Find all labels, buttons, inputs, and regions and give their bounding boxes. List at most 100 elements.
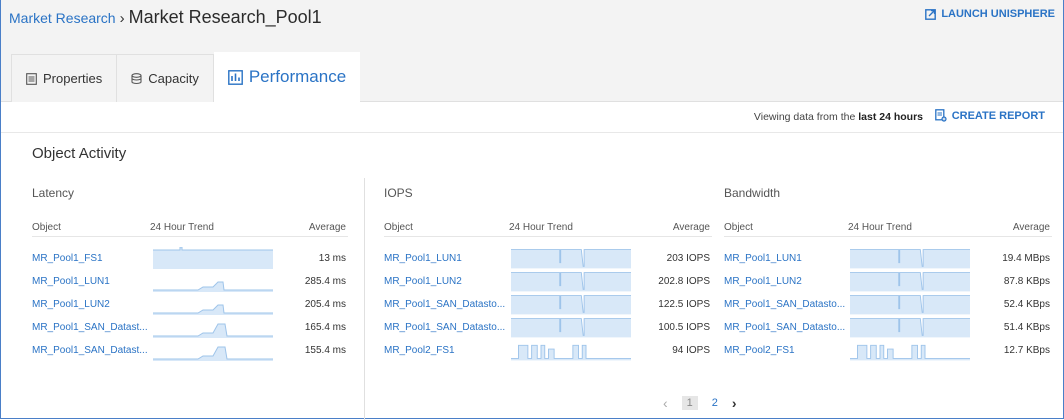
bandwidth-trend-sparkline	[850, 249, 970, 269]
iops-row-name[interactable]: MR_Pool2_FS1	[384, 345, 455, 356]
pagination-page-1[interactable]: 1	[681, 396, 698, 410]
bandwidth-row-average: 19.4 MBps	[1002, 253, 1050, 264]
report-icon	[934, 109, 947, 122]
latency-row-average: 285.4 ms	[304, 276, 346, 287]
bandwidth-row-name[interactable]: MR_Pool1_SAN_Datasto...	[724, 299, 845, 310]
iops-header-divider	[384, 236, 712, 237]
pagination-page-2[interactable]: 2	[712, 397, 718, 409]
tab-performance[interactable]: Performance	[213, 52, 361, 102]
time-range-value: last 24 hours	[858, 111, 923, 123]
iops-trend-sparkline	[511, 249, 631, 269]
bandwidth-trend-line	[850, 344, 970, 359]
iops-trend-sparkline	[511, 344, 631, 361]
pagination-next-button[interactable]: ›	[732, 395, 737, 411]
latency-row-name[interactable]: MR_Pool1_LUN1	[32, 276, 110, 287]
bandwidth-row-name[interactable]: MR_Pool1_LUN2	[724, 276, 802, 287]
bandwidth-title: Bandwidth	[724, 186, 781, 200]
bandwidth-trend-area	[850, 249, 970, 269]
iops-row-average: 122.5 IOPS	[658, 299, 710, 310]
iops-row-average: 202.8 IOPS	[658, 276, 710, 287]
latency-col-trend: 24 Hour Trend	[150, 222, 214, 233]
tab-capacity[interactable]: Capacity	[117, 54, 214, 102]
iops-trend-area	[511, 318, 631, 338]
latency-row-average: 13 ms	[318, 253, 346, 264]
iops-row-average: 94 IOPS	[672, 345, 710, 356]
bandwidth-trend-area	[850, 295, 970, 315]
bandwidth-row-average: 52.4 KBps	[1003, 299, 1050, 310]
bandwidth-trend-sparkline	[850, 344, 970, 361]
iops-trend-area	[511, 272, 631, 292]
latency-title: Latency	[32, 186, 75, 200]
breadcrumb-separator: ›	[119, 10, 125, 27]
latency-row-average: 165.4 ms	[304, 322, 346, 333]
iops-col-object: Object	[384, 222, 413, 233]
latency-trend-sparkline	[153, 247, 273, 269]
iops-row-name[interactable]: MR_Pool1_LUN1	[384, 253, 462, 264]
latency-row-name[interactable]: MR_Pool1_FS1	[32, 253, 103, 264]
iops-row-name[interactable]: MR_Pool1_LUN2	[384, 276, 462, 287]
section-divider	[364, 178, 365, 420]
latency-trend-sparkline	[153, 304, 273, 315]
iops-trend-area	[511, 295, 631, 315]
bandwidth-trend-sparkline	[850, 272, 970, 292]
bandwidth-trend-area	[850, 272, 970, 292]
launch-unisphere-link[interactable]: LAUNCH UNISPHERE	[925, 8, 1055, 20]
bandwidth-trend-sparkline	[850, 318, 970, 338]
bandwidth-row-average: 87.8 KBps	[1003, 276, 1050, 287]
iops-row-average: 100.5 IOPS	[658, 322, 710, 333]
iops-col-average: Average	[672, 222, 710, 233]
iops-title: IOPS	[384, 186, 413, 200]
pagination: ‹ 1 2 ›	[663, 395, 737, 411]
iops-col-trend: 24 Hour Trend	[509, 222, 573, 233]
header: Market Research › Market Research_Pool1 LA…	[1, 0, 1063, 102]
create-report-button[interactable]: CREATE REPORT	[934, 109, 1045, 122]
list-icon	[26, 72, 37, 85]
bandwidth-col-object: Object	[724, 222, 753, 233]
iops-row-name[interactable]: MR_Pool1_SAN_Datasto...	[384, 299, 505, 310]
database-icon	[131, 72, 142, 84]
bandwidth-col-average: Average	[1012, 222, 1050, 233]
latency-trend-sparkline	[153, 323, 273, 338]
iops-row-average: 203 IOPS	[666, 253, 710, 264]
toolbar: Viewing data from the last 24 hours CREA…	[1, 102, 1063, 133]
bandwidth-row-name[interactable]: MR_Pool1_LUN1	[724, 253, 802, 264]
tab-capacity-label: Capacity	[148, 71, 199, 86]
latency-trend-sparkline	[153, 346, 273, 361]
create-report-label: CREATE REPORT	[951, 109, 1045, 122]
bandwidth-row-average: 12.7 KBps	[1003, 345, 1050, 356]
tab-performance-label: Performance	[248, 67, 347, 86]
bar-chart-icon	[227, 69, 243, 85]
tab-properties-label: Properties	[43, 71, 103, 86]
bandwidth-header-divider	[724, 236, 1052, 237]
latency-trend-sparkline	[153, 281, 273, 292]
iops-row-name[interactable]: MR_Pool1_SAN_Datasto...	[384, 322, 505, 333]
iops-trend-sparkline	[511, 295, 631, 315]
tab-bar: Properties Capacity Performance	[11, 52, 361, 102]
pagination-prev-button[interactable]: ‹	[663, 395, 668, 411]
latency-row-name[interactable]: MR_Pool1_SAN_Datast...	[32, 345, 148, 356]
bandwidth-row-name[interactable]: MR_Pool2_FS1	[724, 345, 795, 356]
latency-row-average: 155.4 ms	[304, 345, 346, 356]
latency-row-average: 205.4 ms	[304, 299, 346, 310]
iops-trend-sparkline	[511, 318, 631, 338]
iops-trend-area	[511, 249, 631, 269]
page-title: Market Research_Pool1	[128, 7, 322, 27]
launch-unisphere-label: LAUNCH UNISPHERE	[941, 8, 1055, 20]
breadcrumb: Market Research › Market Research_Pool1	[9, 7, 322, 28]
latency-header-divider	[32, 236, 348, 237]
bandwidth-row-average: 51.4 KBps	[1003, 322, 1050, 333]
latency-trend-line	[153, 247, 273, 251]
bandwidth-row-name[interactable]: MR_Pool1_SAN_Datasto...	[724, 322, 845, 333]
breadcrumb-parent-link[interactable]: Market Research	[9, 10, 116, 26]
latency-col-average: Average	[308, 222, 346, 233]
tab-properties[interactable]: Properties	[11, 54, 118, 102]
iops-trend-sparkline	[511, 272, 631, 292]
bandwidth-col-trend: 24 Hour Trend	[848, 222, 912, 233]
time-range-text: Viewing data from the last 24 hours	[754, 111, 923, 123]
latency-col-object: Object	[32, 222, 61, 233]
iops-trend-line	[511, 344, 631, 359]
bandwidth-trend-sparkline	[850, 295, 970, 315]
latency-row-name[interactable]: MR_Pool1_SAN_Datast...	[32, 322, 148, 333]
latency-row-name[interactable]: MR_Pool1_LUN2	[32, 299, 110, 310]
time-range-prefix: Viewing data from the	[753, 111, 856, 123]
